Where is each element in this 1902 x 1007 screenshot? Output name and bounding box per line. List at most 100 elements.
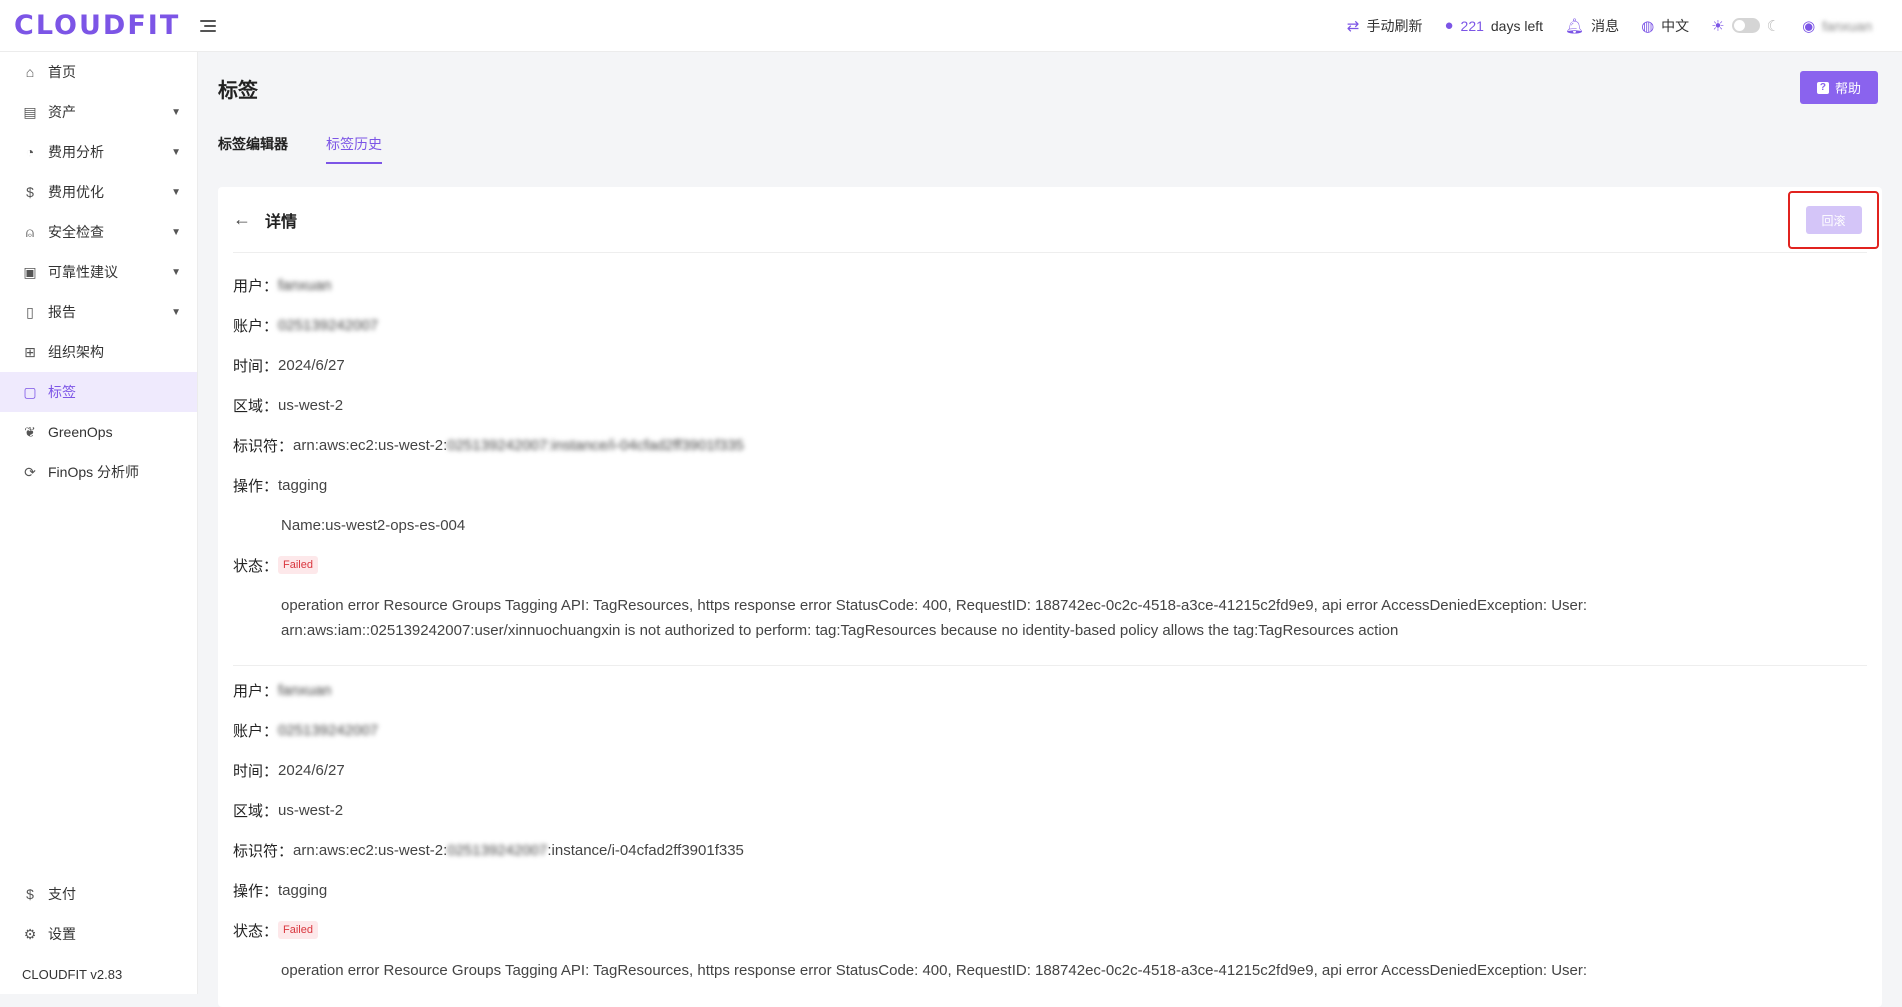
menu-toggle-icon[interactable] (200, 19, 218, 33)
record-time: 时间： 2024/6/27 (233, 345, 1867, 385)
sidebar-item-reports[interactable]: ▯ 报告 ▼ (0, 292, 197, 332)
leaf-icon: ❦ (24, 423, 36, 440)
alarm-icon: ⍝ (25, 223, 35, 240)
record-account: 账户： 025139242007 (233, 305, 1867, 345)
region-value: us-west-2 (278, 801, 344, 819)
chevron-down-icon: ▼ (171, 106, 181, 118)
main-content: 标签 ? 帮助 标签编辑器 标签历史 ← 详情 回滚 用户： fanxuan 账… (198, 52, 1902, 1007)
back-arrow-icon[interactable]: ← (233, 209, 251, 230)
record-user: 用户： fanxuan (233, 265, 1867, 305)
error-message: operation error Resource Groups Tagging … (233, 950, 1867, 983)
user-icon: ◉ (1802, 17, 1816, 35)
sidebar-item-label: 报告 (48, 304, 76, 320)
sidebar-item-organization[interactable]: ⊞ 组织架构 (0, 332, 197, 372)
user-name: fanxuan (1822, 17, 1872, 34)
region-label: 区域： (233, 397, 279, 415)
sidebar-item-label: 可靠性建议 (48, 264, 118, 280)
sidebar-item-label: 组织架构 (48, 344, 104, 360)
rollback-button[interactable]: 回滚 (1805, 206, 1862, 234)
sidebar-item-greenops[interactable]: ❦ GreenOps (0, 412, 197, 452)
days-number: 221 (1460, 17, 1484, 34)
time-value: 2024/6/27 (278, 761, 345, 779)
sidebar-item-reliability[interactable]: ▣ 可靠性建议 ▼ (0, 252, 197, 292)
help-label: 帮助 (1834, 81, 1861, 96)
org-chart-icon: ⊞ (24, 343, 36, 360)
sidebar-item-assets[interactable]: ▤ 资产 ▼ (0, 92, 197, 132)
bell-icon: 🔔︎ (1565, 17, 1585, 35)
operation-label: 操作： (233, 882, 279, 900)
status-label: 状态： (233, 557, 279, 575)
sidebar-item-label: 费用分析 (48, 144, 104, 160)
chevron-down-icon: ▼ (171, 306, 181, 318)
reliability-icon: ▣ (23, 263, 37, 280)
refresh-button[interactable]: ⇄ 手动刷新 (1347, 16, 1423, 36)
sidebar-item-label: 支付 (48, 886, 76, 902)
sidebar-bottom: $ 支付 ⚙ 设置 CLOUDFIT v2.83 (0, 874, 197, 994)
user-label: 用户： (233, 682, 279, 700)
history-record: 用户： fanxuan 账户： 025139242007 时间： 2024/6/… (218, 666, 1882, 983)
status-badge: Failed (278, 556, 318, 574)
gear-icon: ⚙ (23, 925, 37, 942)
page-title: 标签 (218, 80, 258, 102)
sun-icon: ☀ (1711, 17, 1725, 35)
sidebar-item-cost-analysis[interactable]: ◔ 费用分析 ▼ (0, 132, 197, 172)
messages-button[interactable]: 🔔︎ 消息 (1565, 16, 1619, 36)
arn-hidden: 025139242007 (447, 841, 548, 859)
account-label: 账户： (233, 722, 279, 740)
user-menu[interactable]: ◉ fanxuan (1802, 17, 1872, 35)
record-arn: 标识符： arn:aws:ec2:us-west-2: 025139242007… (233, 830, 1867, 870)
sidebar-item-label: GreenOps (48, 424, 113, 440)
sidebar-item-label: 安全检查 (48, 224, 104, 240)
record-account: 账户： 025139242007 (233, 710, 1867, 750)
sidebar-item-cost-optimization[interactable]: $ 费用优化 ▼ (0, 172, 197, 212)
record-status: 状态： Failed (233, 910, 1867, 950)
time-label: 时间： (233, 357, 279, 375)
theme-switch[interactable]: ☀ ☾ (1711, 17, 1780, 35)
sidebar-item-finops-analyst[interactable]: ⟳ FinOps 分析师 (0, 452, 197, 492)
language-button[interactable]: ◍ 中文 (1641, 16, 1689, 36)
error-line: operation error Resource Groups Tagging … (281, 962, 1588, 979)
dollar-icon: $ (26, 184, 34, 200)
tab-tag-history[interactable]: 标签历史 (326, 134, 382, 164)
sidebar-item-label: 资产 (48, 104, 76, 120)
operation-value: tagging (278, 476, 328, 494)
error-message: operation error Resource Groups Tagging … (233, 585, 1867, 643)
chevron-down-icon: ▼ (171, 146, 181, 158)
home-icon: ⌂ (25, 64, 35, 80)
history-record: 用户： fanxuan 账户： 025139242007 时间： 2024/6/… (218, 253, 1882, 666)
app-version: CLOUDFIT v2.83 (22, 966, 123, 982)
tag-icon: ▢ (23, 383, 37, 400)
account-value: 025139242007 (278, 316, 379, 334)
messages-label: 消息 (1591, 17, 1620, 34)
sidebar-item-label: 首页 (48, 64, 76, 80)
arn-label: 标识符： (233, 842, 294, 860)
user-label: 用户： (233, 277, 279, 295)
record-region: 区域： us-west-2 (233, 790, 1867, 830)
theme-toggle[interactable] (1731, 18, 1760, 33)
chevron-down-icon: ▼ (171, 266, 181, 278)
arn-prefix: arn:aws:ec2:us-west-2: (293, 841, 448, 859)
language-label: 中文 (1661, 17, 1690, 34)
arn-label: 标识符： (233, 437, 294, 455)
sidebar-item-home[interactable]: ⌂ 首页 (0, 52, 197, 92)
sidebar-item-payment[interactable]: $ 支付 (0, 874, 197, 914)
tab-tag-editor[interactable]: 标签编辑器 (218, 134, 288, 164)
sidebar: ⌂ 首页 ▤ 资产 ▼ ◔ 费用分析 ▼ $ 费用优化 ▼ ⍝ 安全检查 ▼ ▣… (0, 52, 198, 994)
sidebar-item-label: 标签 (48, 384, 76, 400)
record-time: 时间： 2024/6/27 (233, 750, 1867, 790)
sidebar-item-security-check[interactable]: ⍝ 安全检查 ▼ (0, 212, 197, 252)
time-value: 2024/6/27 (278, 356, 345, 374)
help-button[interactable]: ? 帮助 (1800, 71, 1878, 104)
sidebar-item-tags[interactable]: ▢ 标签 (0, 372, 197, 412)
refresh-label: 手动刷新 (1366, 17, 1423, 34)
detail-card: ← 详情 回滚 用户： fanxuan 账户： 025139242007 时间：… (218, 187, 1882, 1007)
report-icon: ▯ (26, 303, 34, 320)
status-label: 状态： (233, 922, 279, 940)
record-region: 区域： us-west-2 (233, 385, 1867, 425)
error-line: arn:aws:iam::025139242007:user/xinnuochu… (281, 622, 1399, 639)
top-right-actions: ⇄ 手动刷新 ● 221 days left 🔔︎ 消息 ◍ 中文 ☀ ☾ ◉ … (1347, 16, 1902, 36)
help-icon: ? (1816, 81, 1829, 94)
payment-icon: $ (26, 886, 34, 902)
sidebar-item-settings[interactable]: ⚙ 设置 (0, 914, 197, 954)
record-arn: 标识符： arn:aws:ec2:us-west-2: 025139242007… (233, 425, 1867, 465)
